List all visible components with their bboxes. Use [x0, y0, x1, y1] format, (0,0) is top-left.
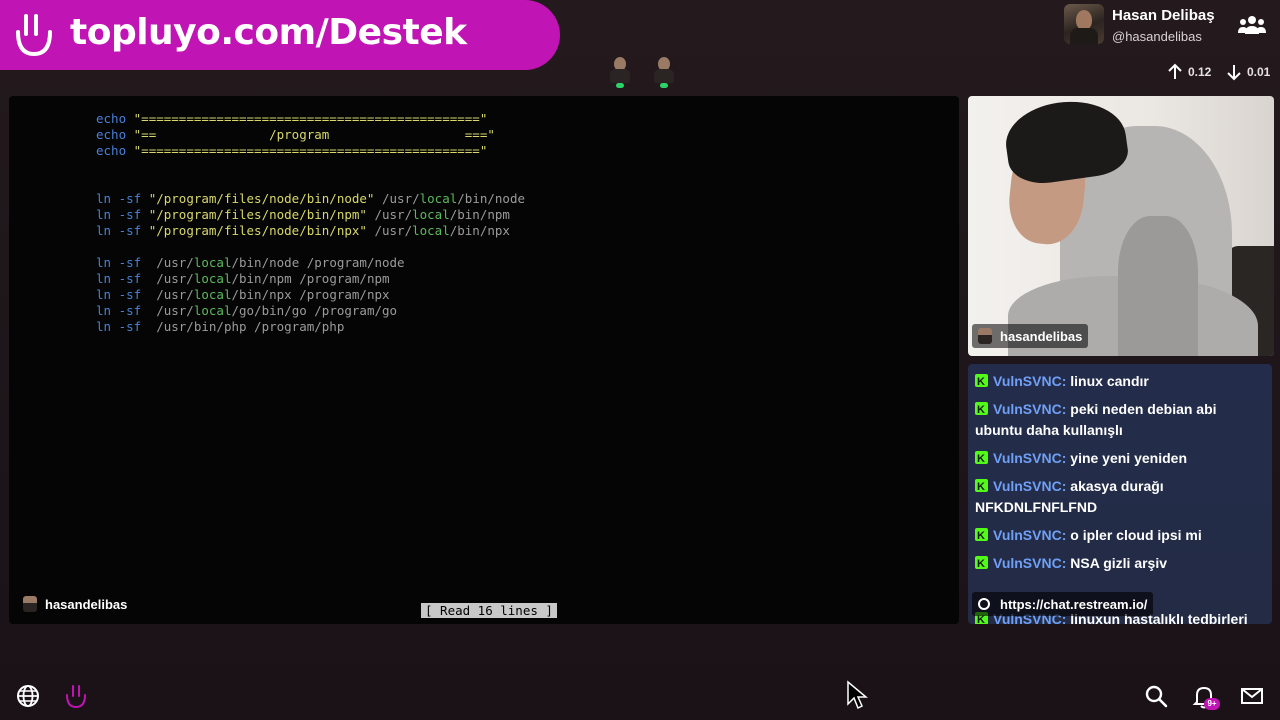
kick-icon — [975, 449, 988, 470]
code-line: ln -sf /usr/local/bin/npx /program/npx — [96, 287, 390, 302]
viewer-avatar[interactable] — [608, 55, 632, 89]
chat-message: VulnSVNC: akasya durağı NFKDNLFNFLFND — [975, 476, 1255, 518]
download-stat: 0.01 — [1225, 62, 1270, 82]
code-line: echo "==================================… — [96, 143, 488, 158]
arrow-up-icon — [1168, 63, 1182, 79]
code-line: ln -sf /usr/local/bin/node /program/node — [96, 255, 405, 270]
code-line: ln -sf "/program/files/node/bin/node" /u… — [96, 191, 525, 206]
chat-text: NSA gizli arşiv — [1070, 555, 1168, 571]
viewer-avatar[interactable] — [652, 55, 676, 89]
code-line: ln -sf "/program/files/node/bin/npm" /us… — [96, 207, 510, 222]
code-line: ln -sf /usr/bin/php /program/php — [96, 319, 345, 334]
upload-stat: 0.12 — [1166, 62, 1211, 82]
chat-message: VulnSVNC: o ipler cloud ipsi mi — [975, 525, 1255, 547]
chat-username: VulnSVNC — [993, 478, 1062, 494]
terminal-screen-share: echo "==================================… — [9, 96, 959, 624]
chat-username: VulnSVNC — [993, 527, 1062, 543]
code-line: ln -sf /usr/local/go/bin/go /program/go — [96, 303, 398, 318]
chat-username: VulnSVNC — [993, 450, 1062, 466]
kick-icon — [975, 477, 988, 498]
notification-badge: 9+ — [1204, 698, 1220, 710]
kick-icon — [975, 554, 988, 575]
download-value: 0.01 — [1247, 65, 1271, 79]
chat-message: VulnSVNC: NSA gizli arşiv — [975, 553, 1255, 575]
restream-icon — [978, 598, 990, 610]
topluyo-logo-icon[interactable] — [64, 683, 90, 709]
webcam-username: hasandelibas — [1000, 328, 1083, 344]
chat-text: o ipler cloud ipsi mi — [1070, 527, 1202, 543]
chat-message: VulnSVNC: linux candır — [975, 371, 1255, 393]
chat-text: linux candır — [1070, 373, 1149, 389]
code-line: ln -sf "/program/files/node/bin/npx" /us… — [96, 223, 510, 238]
mouse-cursor-icon — [847, 680, 868, 710]
chat-message: VulnSVNC: yine yeni yeniden — [975, 448, 1255, 470]
people-icon[interactable] — [1238, 14, 1266, 36]
restream-link[interactable]: https://chat.restream.io/ — [972, 592, 1154, 616]
mail-icon[interactable] — [1239, 683, 1265, 709]
code-line: echo "== /program ===" — [96, 127, 495, 142]
profile-name: Hasan Delibaş — [1112, 7, 1215, 24]
kick-icon — [975, 400, 988, 421]
topluyo-logo-icon — [16, 14, 52, 57]
search-icon[interactable] — [1143, 683, 1169, 709]
topluyo-banner: topluyo.com/Destek — [0, 0, 560, 70]
chat-text: yine yeni yeniden — [1070, 450, 1187, 466]
arrow-down-icon — [1227, 65, 1241, 81]
webcam-label: hasandelibas — [972, 324, 1089, 348]
chat-panel: VulnSVNC: linux candır VulnSVNC: peki ne… — [968, 364, 1272, 624]
nano-shortcut-bar — [96, 620, 836, 624]
screen-share-label: hasandelibas — [23, 596, 127, 612]
screen-share-username: hasandelibas — [45, 596, 128, 612]
kick-icon — [975, 526, 988, 547]
restream-url: https://chat.restream.io/ — [1000, 596, 1148, 612]
chat-username: VulnSVNC — [993, 555, 1062, 571]
editor-status-message: [ Read 16 lines ] — [421, 603, 557, 618]
chat-username: VulnSVNC — [993, 401, 1062, 417]
profile-handle: @hasandelibas — [1112, 29, 1202, 44]
banner-text: topluyo.com/Destek — [70, 12, 467, 53]
globe-icon[interactable] — [15, 683, 41, 709]
upload-value: 0.12 — [1188, 65, 1212, 79]
code-line: ln -sf /usr/local/bin/npm /program/npm — [96, 271, 390, 286]
webcam-video — [968, 96, 1274, 356]
code-line: echo "==================================… — [96, 111, 488, 126]
chat-message: VulnSVNC: peki neden debian abi ubuntu d… — [975, 399, 1255, 441]
avatar — [1064, 4, 1104, 44]
chat-username: VulnSVNC — [993, 373, 1062, 389]
kick-icon — [975, 372, 988, 393]
avatar — [978, 328, 992, 344]
avatar — [23, 596, 37, 612]
